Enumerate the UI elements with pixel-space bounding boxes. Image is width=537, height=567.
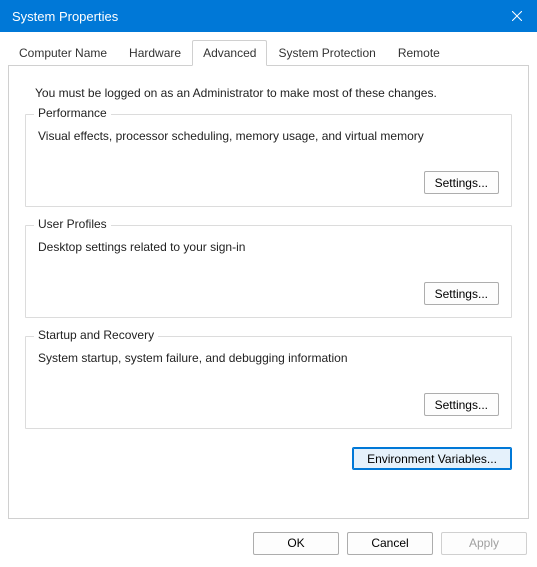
group-performance-desc: Visual effects, processor scheduling, me… [38, 129, 499, 143]
group-user-profiles-buttons: Settings... [38, 282, 499, 305]
group-user-profiles: User Profiles Desktop settings related t… [25, 225, 512, 318]
group-performance-buttons: Settings... [38, 171, 499, 194]
group-performance-legend: Performance [34, 106, 111, 120]
group-startup-desc: System startup, system failure, and debu… [38, 351, 499, 365]
group-startup-legend: Startup and Recovery [34, 328, 158, 342]
tab-page-advanced: You must be logged on as an Administrato… [8, 65, 529, 519]
apply-button[interactable]: Apply [441, 532, 527, 555]
tabstrip: Computer Name Hardware Advanced System P… [8, 40, 529, 65]
cancel-button[interactable]: Cancel [347, 532, 433, 555]
group-startup-recovery: Startup and Recovery System startup, sys… [25, 336, 512, 429]
group-user-profiles-desc: Desktop settings related to your sign-in [38, 240, 499, 254]
admin-note: You must be logged on as an Administrato… [35, 86, 510, 100]
close-button[interactable] [497, 0, 537, 32]
startup-settings-button[interactable]: Settings... [424, 393, 499, 416]
tab-computer-name[interactable]: Computer Name [8, 40, 118, 65]
titlebar: System Properties [0, 0, 537, 32]
window-title: System Properties [12, 9, 497, 24]
env-row: Environment Variables... [23, 447, 512, 470]
ok-button[interactable]: OK [253, 532, 339, 555]
dialog-footer: OK Cancel Apply [0, 519, 537, 567]
dialog-client: Computer Name Hardware Advanced System P… [0, 32, 537, 519]
tab-hardware[interactable]: Hardware [118, 40, 192, 65]
tab-system-protection[interactable]: System Protection [267, 40, 386, 65]
group-user-profiles-legend: User Profiles [34, 217, 111, 231]
group-performance: Performance Visual effects, processor sc… [25, 114, 512, 207]
group-startup-buttons: Settings... [38, 393, 499, 416]
tab-advanced[interactable]: Advanced [192, 40, 267, 66]
close-icon [512, 11, 522, 21]
user-profiles-settings-button[interactable]: Settings... [424, 282, 499, 305]
environment-variables-button[interactable]: Environment Variables... [352, 447, 512, 470]
tab-remote[interactable]: Remote [387, 40, 451, 65]
performance-settings-button[interactable]: Settings... [424, 171, 499, 194]
